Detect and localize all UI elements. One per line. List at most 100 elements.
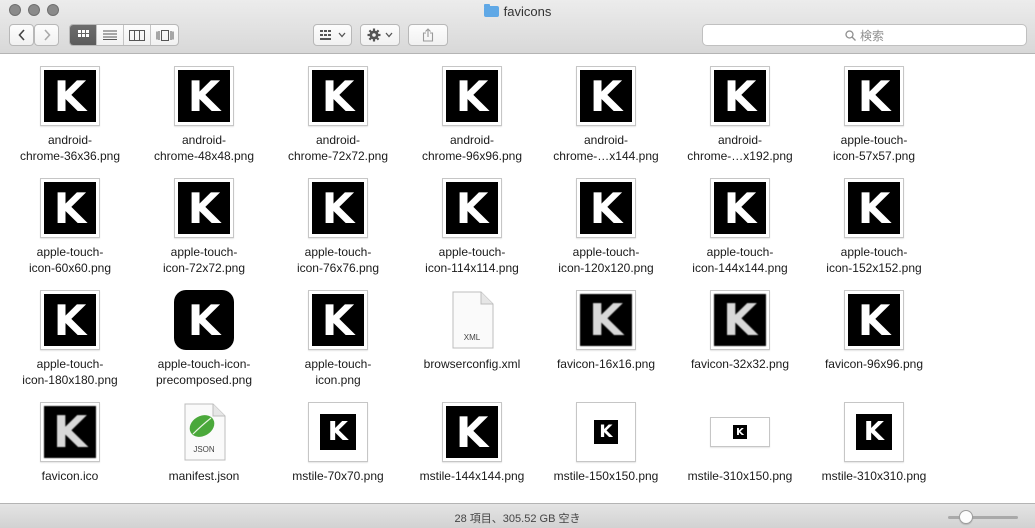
file-item[interactable]: Kandroid-chrome-36x36.png <box>3 63 137 164</box>
k-logo-icon: K <box>844 178 904 238</box>
file-name-label: android-chrome-48x48.png <box>153 133 255 163</box>
action-menu-button[interactable] <box>360 24 400 46</box>
k-logo-icon: K <box>576 66 636 126</box>
k-logo-icon: K <box>174 66 234 126</box>
file-thumbnail: K <box>3 63 137 129</box>
file-thumbnail: K <box>405 399 539 465</box>
k-logo-icon: K <box>844 66 904 126</box>
file-item[interactable]: Kapple-touch-icon-114x114.png <box>405 175 539 276</box>
share-button[interactable] <box>408 24 448 46</box>
grid-icon <box>77 29 89 37</box>
file-thumbnail: K <box>137 287 271 353</box>
file-thumbnail: K <box>405 175 539 241</box>
file-name-label: apple-touch-icon-114x114.png <box>425 245 519 275</box>
file-thumbnail: K <box>673 287 807 353</box>
back-button[interactable] <box>9 24 34 46</box>
chevron-down-icon <box>338 32 345 38</box>
file-thumbnail: JSON <box>137 399 271 465</box>
file-item[interactable]: Kmstile-70x70.png <box>271 399 405 484</box>
k-logo-icon: K <box>308 290 368 350</box>
json-document-icon: JSON <box>181 402 227 462</box>
folder-icon <box>483 4 499 17</box>
file-item[interactable]: Kapple-touch-icon-152x152.png <box>807 175 941 276</box>
file-item[interactable]: Kfavicon-32x32.png <box>673 287 807 372</box>
file-thumbnail: K <box>807 399 941 465</box>
file-thumbnail: K <box>137 63 271 129</box>
file-name-label: apple-touch-icon-152x152.png <box>826 245 922 275</box>
file-name-label: favicon.ico <box>41 469 99 483</box>
file-thumbnail: K <box>137 175 271 241</box>
status-text: 28 項目、305.52 GB 空き <box>454 513 581 525</box>
file-name-label: apple-touch-icon-144x144.png <box>692 245 788 275</box>
k-logo-tile-icon: K <box>844 402 904 462</box>
file-name-label: browserconfig.xml <box>423 357 521 371</box>
cover-flow-view-button[interactable] <box>151 25 178 45</box>
file-item[interactable]: Kandroid-chrome-48x48.png <box>137 63 271 164</box>
k-logo-icon: K <box>710 290 770 350</box>
forward-button[interactable] <box>34 24 59 46</box>
file-name-label: manifest.json <box>168 469 240 483</box>
file-thumbnail: K <box>3 175 137 241</box>
file-name-label: android-chrome-72x72.png <box>287 133 389 163</box>
file-item[interactable]: JSON manifest.json <box>137 399 271 484</box>
file-item[interactable]: Kandroid-chrome-…x144.png <box>539 63 673 164</box>
file-name-label: apple-touch-icon-76x76.png <box>296 245 380 275</box>
k-logo-icon: K <box>174 178 234 238</box>
file-thumbnail: K <box>673 175 807 241</box>
file-thumbnail: K <box>3 287 137 353</box>
k-logo-icon: K <box>844 290 904 350</box>
list-view-button[interactable] <box>97 25 124 45</box>
file-item[interactable]: Kapple-touch-icon-76x76.png <box>271 175 405 276</box>
k-logo-tile-icon: K <box>576 402 636 462</box>
file-name-label: favicon-16x16.png <box>556 357 656 371</box>
k-logo-tile-icon: K <box>308 402 368 462</box>
column-view-button[interactable] <box>124 25 151 45</box>
icon-view-button[interactable] <box>70 25 97 45</box>
share-icon <box>422 28 434 42</box>
k-logo-rounded-icon: K <box>174 290 234 350</box>
file-item[interactable]: Kapple-touch-icon-precomposed.png <box>137 287 271 388</box>
file-item[interactable]: Kmstile-310x150.png <box>673 399 807 484</box>
file-item[interactable]: Kapple-touch-icon-57x57.png <box>807 63 941 164</box>
file-name-label: android-chrome-36x36.png <box>19 133 121 163</box>
file-thumbnail: K <box>539 63 673 129</box>
view-mode-segmented-control <box>69 24 179 46</box>
file-thumbnail: K <box>807 175 941 241</box>
file-name-label: mstile-144x144.png <box>419 469 525 483</box>
file-thumbnail: K <box>673 399 807 465</box>
file-name-label: apple-touch-icon-60x60.png <box>28 245 112 275</box>
file-name-label: apple-touch-icon-120x120.png <box>558 245 654 275</box>
arrange-button[interactable] <box>313 24 352 46</box>
file-item[interactable]: Kfavicon-96x96.png <box>807 287 941 372</box>
file-item[interactable]: Kapple-touch-icon-144x144.png <box>673 175 807 276</box>
file-item[interactable]: Kandroid-chrome-96x96.png <box>405 63 539 164</box>
file-thumbnail: K <box>807 287 941 353</box>
file-thumbnail: K <box>405 63 539 129</box>
file-item[interactable]: Kapple-touch-icon-180x180.png <box>3 287 137 388</box>
file-item[interactable]: Kapple-touch-icon-72x72.png <box>137 175 271 276</box>
file-thumbnail: K <box>539 175 673 241</box>
k-logo-icon: K <box>40 402 100 462</box>
file-thumbnail: K <box>539 287 673 353</box>
icon-size-slider-knob[interactable] <box>958 510 973 524</box>
file-item[interactable]: Kfavicon.ico <box>3 399 137 484</box>
search-input[interactable]: 検索 <box>702 24 1027 46</box>
file-name-label: android-chrome-…x144.png <box>553 133 659 163</box>
file-item[interactable]: Kmstile-144x144.png <box>405 399 539 484</box>
file-item[interactable]: Kandroid-chrome-72x72.png <box>271 63 405 164</box>
k-logo-icon: K <box>40 290 100 350</box>
file-item[interactable]: Kfavicon-16x16.png <box>539 287 673 372</box>
cover-flow-icon <box>156 29 173 41</box>
file-item[interactable]: Kapple-touch-icon.png <box>271 287 405 388</box>
file-item[interactable]: Kmstile-310x310.png <box>807 399 941 484</box>
file-item[interactable]: Kandroid-chrome-…x192.png <box>673 63 807 164</box>
file-item[interactable]: Kapple-touch-icon-60x60.png <box>3 175 137 276</box>
k-logo-icon: K <box>308 66 368 126</box>
file-item[interactable]: XML browserconfig.xml <box>405 287 539 372</box>
chevron-down-icon <box>385 32 393 38</box>
k-logo-icon: K <box>442 66 502 126</box>
gear-icon <box>367 28 381 42</box>
file-item[interactable]: Kmstile-150x150.png <box>539 399 673 484</box>
status-bar: 28 項目、305.52 GB 空き <box>0 503 1035 528</box>
file-item[interactable]: Kapple-touch-icon-120x120.png <box>539 175 673 276</box>
